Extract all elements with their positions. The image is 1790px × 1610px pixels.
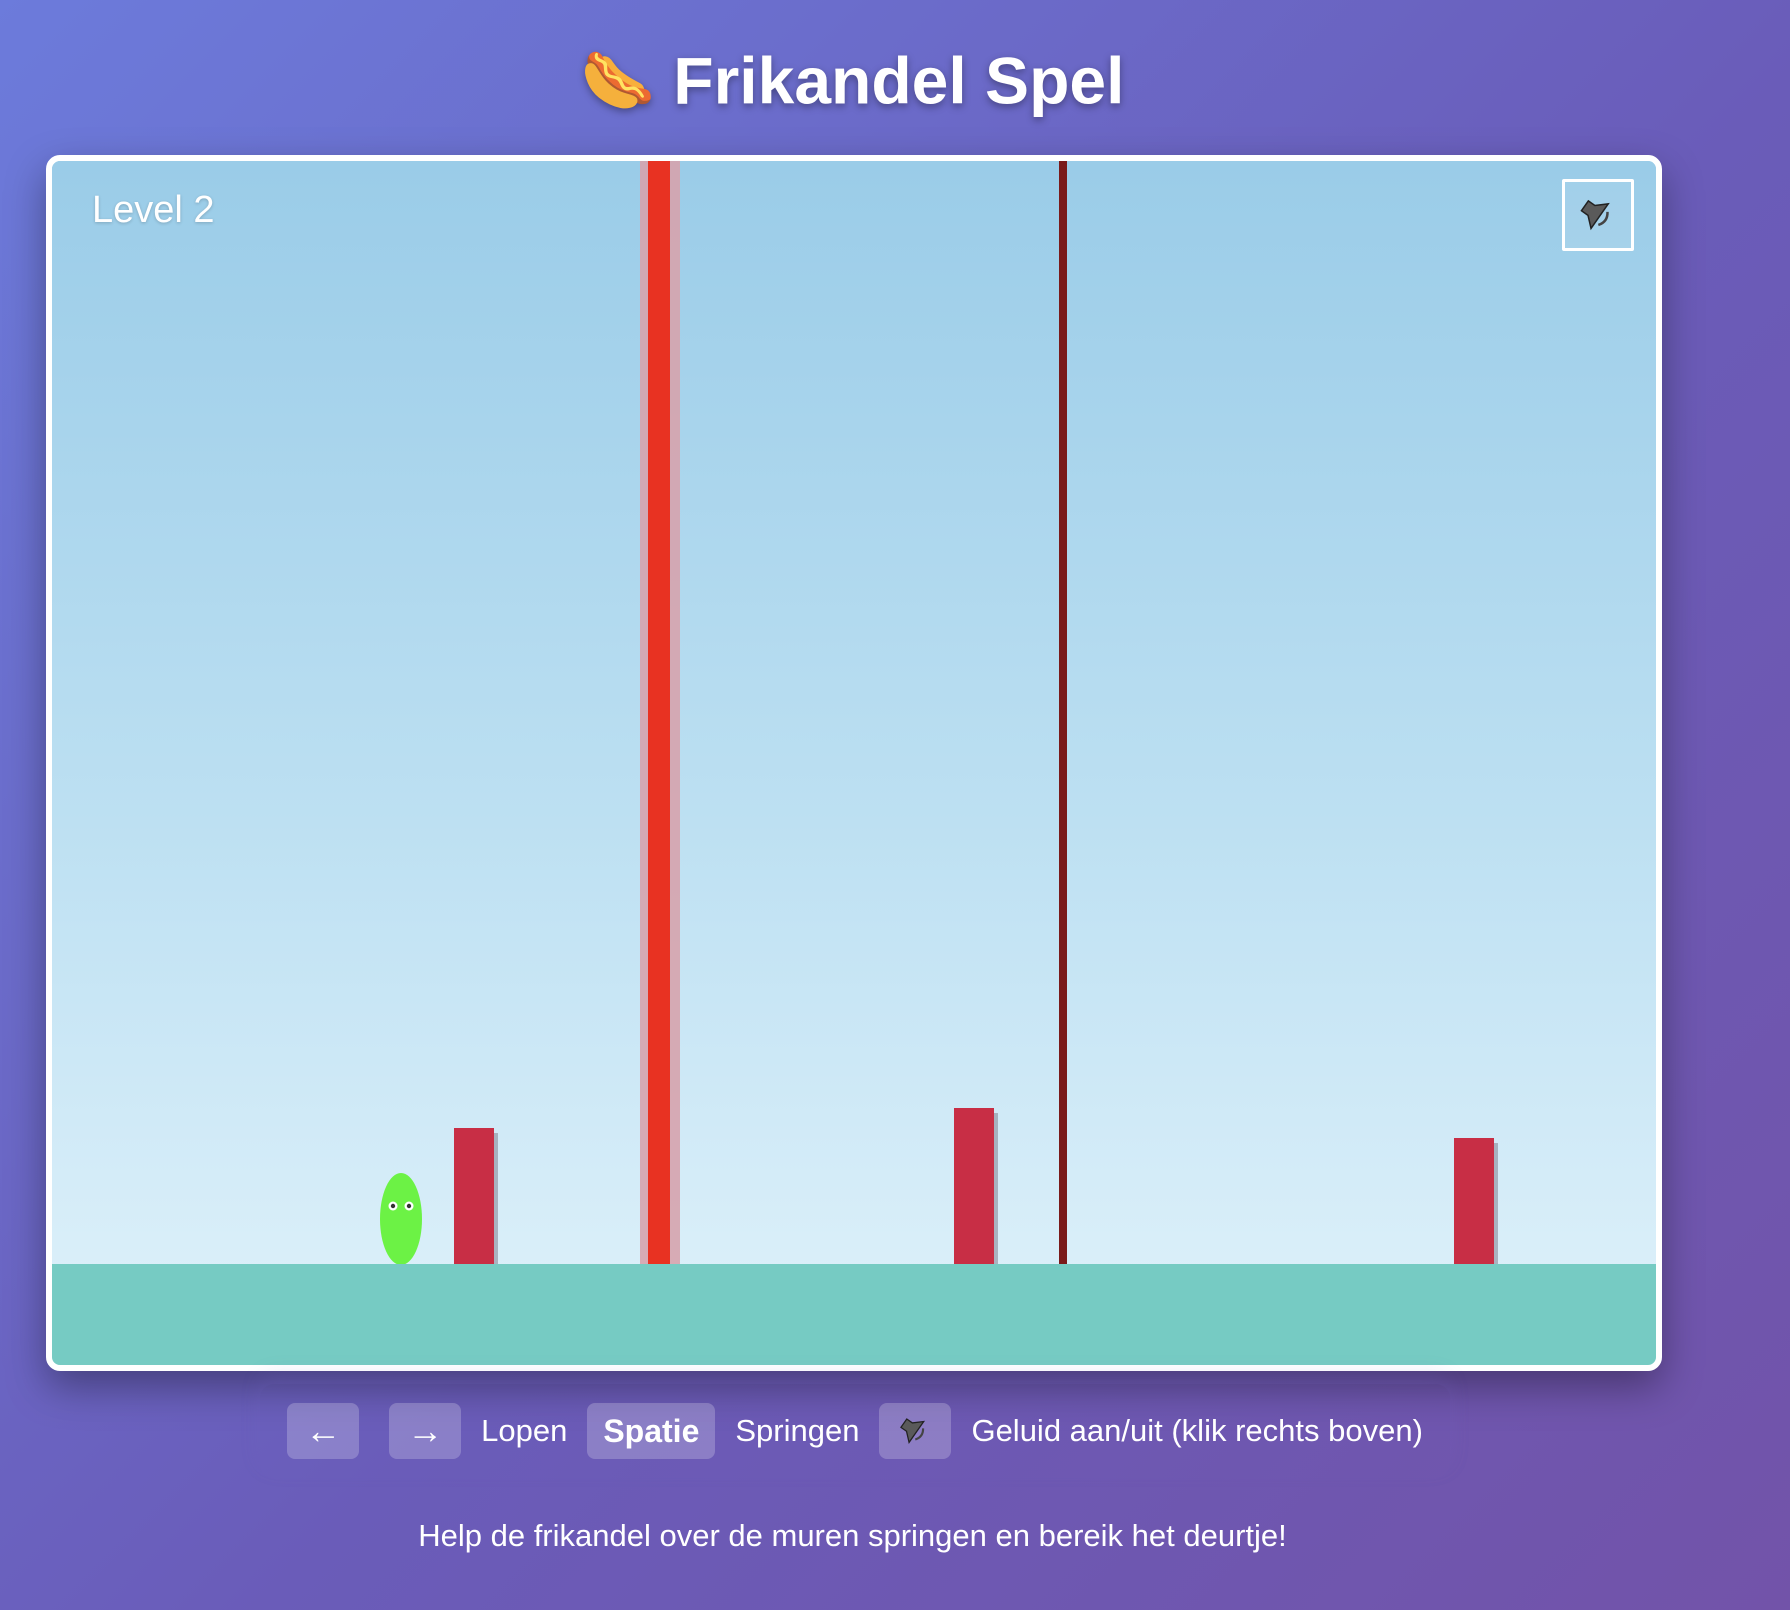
jump-label: Springen bbox=[735, 1413, 860, 1448]
left-arrow-key: ← bbox=[287, 1403, 360, 1459]
hotdog-icon: 🌭 bbox=[580, 46, 656, 114]
thin-pole bbox=[1059, 161, 1067, 1264]
sound-toggle-button[interactable] bbox=[1562, 179, 1634, 251]
game-canvas[interactable]: Level 2 bbox=[46, 155, 1662, 1371]
wall-3 bbox=[1454, 1138, 1494, 1264]
speaker-muted-icon bbox=[1580, 199, 1610, 231]
title-text: Frikandel Spel bbox=[673, 43, 1125, 118]
sound-label: Geluid aan/uit (klik rechts boven) bbox=[971, 1413, 1423, 1448]
sound-key bbox=[879, 1403, 952, 1459]
laser-beam bbox=[648, 161, 670, 1264]
space-key: Spatie bbox=[587, 1403, 716, 1459]
ground bbox=[52, 1264, 1656, 1365]
page-title: 🌭 Frikandel Spel bbox=[0, 30, 1705, 126]
wall-2 bbox=[954, 1108, 994, 1264]
game-scene bbox=[52, 161, 1656, 1365]
controls-bar: ← → Lopen Spatie Springen Geluid aan/uit… bbox=[260, 1384, 1450, 1478]
speaker-icon bbox=[900, 1418, 926, 1444]
help-text: Help de frikandel over de muren springen… bbox=[418, 1518, 1287, 1553]
right-arrow-key: → bbox=[389, 1403, 462, 1459]
player-frikandel bbox=[380, 1173, 422, 1265]
sky-background bbox=[52, 161, 1656, 1365]
wall-1 bbox=[454, 1128, 494, 1264]
level-indicator: Level 2 bbox=[92, 189, 215, 231]
walk-label: Lopen bbox=[481, 1413, 568, 1448]
